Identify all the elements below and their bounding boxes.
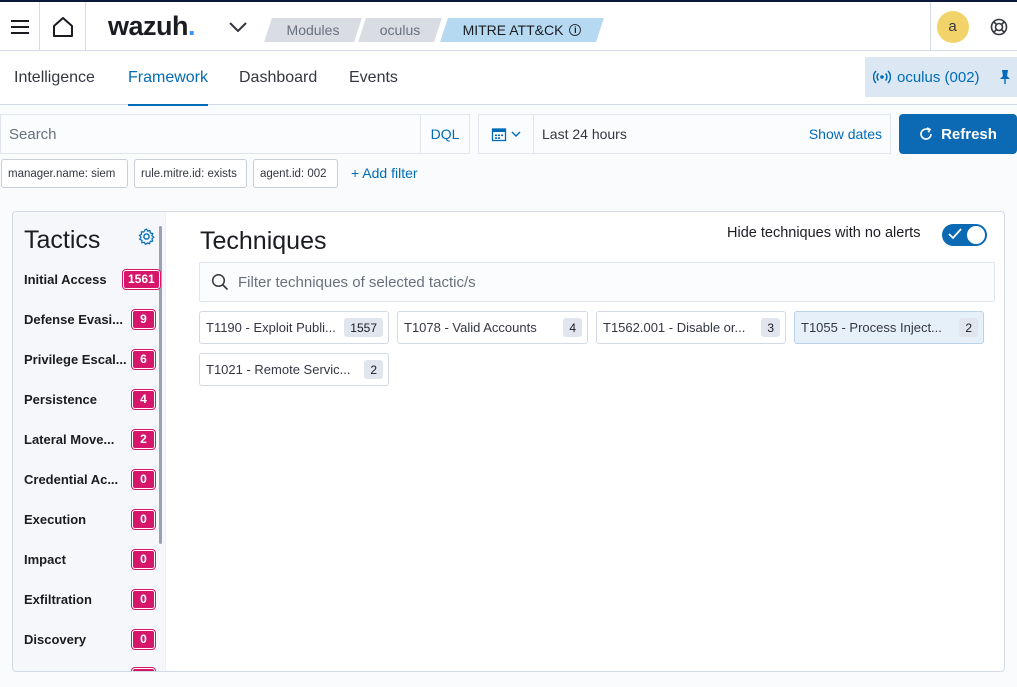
tactic-count-badge: 0 [132, 629, 155, 649]
hide-techniques-label: Hide techniques with no alerts [727, 225, 921, 241]
add-filter-button[interactable]: + Add filter [351, 165, 418, 181]
home-icon[interactable] [40, 2, 86, 51]
tactic-execution[interactable]: Execution 0 [13, 507, 159, 531]
top-header: wazuh. Modules oculus MITRE ATT&CK i a [0, 0, 1017, 51]
tactic-credential-access[interactable]: Credential Ac... 0 [13, 467, 159, 491]
show-dates-link[interactable]: Show dates [809, 126, 882, 142]
technique-item[interactable]: T1055 - Process Inject... 2 [794, 311, 984, 344]
chevron-down-icon [511, 131, 521, 137]
tactic-count-badge: 2 [132, 429, 155, 449]
tactic-count-badge: 0 [132, 549, 155, 569]
technique-count: 1557 [344, 318, 383, 337]
tactic-count-badge: 0 [132, 589, 155, 609]
technique-item[interactable]: T1021 - Remote Servic... 2 [199, 353, 389, 386]
tactic-initial-access[interactable]: Initial Access 1561 [13, 267, 160, 291]
breadcrumb-mitre: MITRE ATT&CK i [440, 18, 604, 42]
technique-count: 3 [761, 318, 780, 337]
tactic-count-badge [132, 668, 155, 671]
technique-count: 4 [563, 318, 582, 337]
pin-icon[interactable] [999, 69, 1011, 85]
search-icon [211, 273, 229, 291]
tactics-title: Tactics [24, 226, 101, 254]
tactic-count-badge: 0 [132, 469, 155, 489]
signal-icon [873, 70, 891, 84]
query-bar: DQL Last 24 hours Show dates Refresh [0, 114, 1017, 154]
breadcrumb-agent[interactable]: oculus [358, 18, 442, 42]
tactic-count-badge: 4 [132, 389, 155, 409]
tab-framework[interactable]: Framework [128, 51, 209, 106]
tactic-defense-evasion[interactable]: Defense Evasi... 9 [13, 307, 159, 331]
refresh-button[interactable]: Refresh [899, 114, 1017, 154]
technique-count: 2 [959, 318, 978, 337]
agent-selector[interactable]: oculus (002) [865, 57, 1017, 97]
mitre-framework-panel: Tactics Initial Access 1561 Defense Evasi… [12, 211, 1005, 672]
filter-pill[interactable]: manager.name: siem [1, 159, 128, 188]
calendar-icon [491, 128, 507, 142]
technique-item[interactable]: T1190 - Exploit Publi... 1557 [199, 311, 389, 344]
tactic-exfiltration[interactable]: Exfiltration 0 [13, 587, 159, 611]
agent-name: oculus (002) [897, 68, 980, 86]
tactic-persistence[interactable]: Persistence 4 [13, 387, 159, 411]
technique-item[interactable]: T1562.001 - Disable or... 3 [596, 311, 786, 344]
search-container: DQL [0, 114, 470, 154]
tactic-count-badge: 1561 [123, 269, 160, 289]
breadcrumb-modules[interactable]: Modules [264, 18, 362, 42]
tab-dashboard[interactable]: Dashboard [239, 51, 317, 105]
tactic-count-badge: 9 [132, 309, 155, 329]
date-range-label[interactable]: Last 24 hours [542, 126, 809, 142]
check-icon [948, 228, 962, 240]
avatar[interactable]: a [936, 10, 969, 43]
wazuh-logo[interactable]: wazuh. [108, 11, 196, 42]
tactic-count-badge: 6 [132, 349, 155, 369]
refresh-icon [920, 127, 932, 140]
tab-intelligence[interactable]: Intelligence [14, 51, 95, 105]
tactic-count-badge: 0 [132, 509, 155, 529]
technique-filter [199, 262, 995, 302]
avatar-container: a [930, 2, 974, 51]
tactic-discovery[interactable]: Discovery 0 [13, 627, 159, 651]
hide-techniques-toggle[interactable] [942, 224, 987, 246]
search-input[interactable] [1, 115, 422, 153]
technique-filter-input[interactable] [238, 273, 994, 291]
refresh-label: Refresh [941, 125, 997, 143]
menu-icon[interactable] [0, 2, 40, 51]
help-icon[interactable] [980, 2, 1017, 51]
tactics-sidebar: Tactics Initial Access 1561 Defense Evasi… [13, 212, 166, 671]
technique-item[interactable]: T1078 - Valid Accounts 4 [397, 311, 588, 344]
filter-pill[interactable]: rule.mitre.id: exists [134, 159, 247, 188]
filter-pill[interactable]: agent.id: 002 [253, 159, 338, 188]
date-quick-menu[interactable] [479, 115, 534, 153]
tactic-lateral-movement[interactable]: Lateral Move... 2 [13, 427, 159, 451]
techniques-title: Techniques [200, 227, 327, 255]
chevron-down-icon[interactable] [226, 16, 250, 38]
dql-button[interactable]: DQL [421, 126, 469, 142]
date-picker: Last 24 hours Show dates [478, 114, 891, 154]
techniques-area: Techniques Hide techniques with no alert… [166, 212, 1004, 671]
tactic-privilege-escalation[interactable]: Privilege Escal... 6 [13, 347, 159, 371]
tab-events[interactable]: Events [349, 51, 398, 105]
gear-icon[interactable] [138, 228, 155, 245]
technique-count: 2 [364, 360, 383, 379]
toggle-knob [966, 225, 986, 245]
tactic-impact[interactable]: Impact 0 [13, 547, 159, 571]
